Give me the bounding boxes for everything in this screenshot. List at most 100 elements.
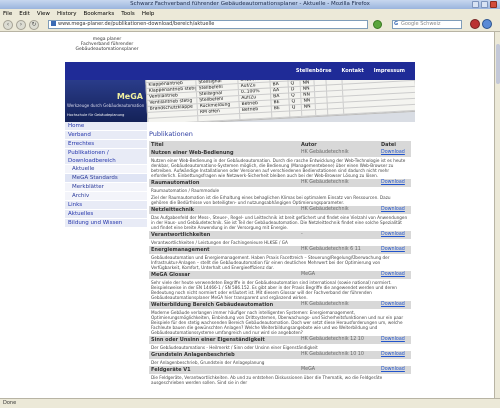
- menu-edit[interactable]: Edit: [19, 11, 30, 17]
- table-row: Feldgeräte V1 MeGA Download: [149, 366, 411, 374]
- menu-file[interactable]: File: [3, 11, 12, 17]
- go-button[interactable]: [373, 20, 382, 29]
- menu-tools[interactable]: Tools: [121, 11, 135, 17]
- datasheet-cell: [327, 90, 344, 97]
- datasheet-cell: [315, 97, 328, 104]
- datasheet-cell: BE: [271, 105, 291, 112]
- table-header-row: Titel Autor Datei: [149, 141, 411, 149]
- publication-description: Sehr viele der heute verwendeten Begriff…: [151, 280, 397, 300]
- datasheet-cell: Q: [289, 98, 302, 105]
- forward-button[interactable]: ›: [16, 19, 26, 30]
- scrollbar-thumb[interactable]: [496, 44, 500, 84]
- datasheet-cell: AA: [270, 87, 290, 94]
- publication-author: HK Gebäudetechnik: [299, 149, 379, 157]
- url-bar[interactable]: www.mega-planer.de/publikationen-downloa…: [48, 20, 368, 29]
- nav-kontakt[interactable]: Kontakt: [342, 68, 364, 74]
- download-link[interactable]: Download: [379, 179, 411, 187]
- download-link[interactable]: Download: [379, 351, 411, 359]
- datasheet-cell: Q: [288, 80, 301, 87]
- publication-author: MeGA: [299, 271, 379, 279]
- sidebar-item-mega-standards[interactable]: MeGA Standards: [65, 174, 147, 183]
- publications-table: Titel Autor Datei Nutzen einer Web-Bedie…: [149, 141, 411, 386]
- table-row-description: Der Anlagenbeschrieb, Grundstein der Anl…: [149, 359, 411, 366]
- publication-author: HK Gebäudetechnik: [299, 206, 379, 214]
- sidebar-item-merkblaetter[interactable]: Merkblätter: [65, 183, 147, 192]
- publication-description: Verantwortlichkeiten / Leistungen der Fa…: [151, 240, 288, 245]
- status-bar: Done: [0, 398, 500, 408]
- publication-author: -: [299, 231, 379, 239]
- section-title: Publikationen: [149, 130, 193, 138]
- datasheet-cell: D: [288, 86, 302, 93]
- download-link[interactable]: Download: [379, 301, 411, 309]
- datasheet-cell: Q: [289, 104, 302, 111]
- minimize-button[interactable]: [472, 1, 479, 8]
- sidebar-item-aktuelle[interactable]: Aktuelle: [65, 165, 147, 174]
- datasheet-cell: [198, 114, 241, 122]
- sidebar-item-verband[interactable]: Verband: [65, 131, 147, 140]
- download-link[interactable]: Download: [379, 246, 411, 254]
- table-row: Sinn oder Unsinn einer Eigenständigkeit H…: [149, 336, 411, 344]
- close-window-button[interactable]: [490, 1, 497, 8]
- table-row-description: Der Gebäudeautomations - Heilmerkt / Sin…: [149, 344, 411, 351]
- download-link[interactable]: Download: [379, 366, 411, 374]
- menu-view[interactable]: View: [37, 11, 50, 17]
- maximize-button[interactable]: [481, 1, 488, 8]
- menu-history[interactable]: History: [57, 11, 77, 17]
- datasheet-cell: [326, 84, 343, 91]
- sidebar-item-archiv[interactable]: Archiv: [65, 192, 147, 201]
- nav-stellenboerse[interactable]: Stellenbörse: [296, 68, 332, 74]
- navigation-toolbar: ‹ › ↻ www.mega-planer.de/publikationen-d…: [0, 18, 500, 32]
- datasheet-cell: [327, 96, 344, 103]
- datasheet-cell: [314, 80, 327, 86]
- sidebar-item-bildung[interactable]: Bildung und Wissen: [65, 219, 147, 228]
- publication-description: Ziel der Raumautomation ist die Erhaltun…: [151, 195, 391, 205]
- back-button[interactable]: ‹: [3, 19, 13, 30]
- publication-author: HK Gebäudetechnik: [299, 301, 379, 309]
- table-row-description: Ziel der Raumautomation ist die Erhaltun…: [149, 194, 411, 206]
- sidebar-item-home[interactable]: Home: [65, 122, 147, 131]
- download-link[interactable]: Download: [379, 149, 411, 157]
- publication-description: Das Aufgabenfeld der Mess-, Steuer-, Reg…: [151, 215, 408, 230]
- google-icon: G: [394, 21, 399, 27]
- website: mega planer Fachverband führender Gebäud…: [65, 34, 415, 398]
- datasheet-cell: [328, 108, 345, 115]
- datasheet-cell: NN: [301, 104, 316, 110]
- nav-impressum[interactable]: Impressum: [374, 68, 405, 74]
- publication-author: HK Gebäudetechnik: [299, 179, 379, 187]
- reload-button[interactable]: ↻: [29, 19, 39, 30]
- download-link[interactable]: Download: [379, 206, 411, 214]
- datasheet-cell: BE: [271, 99, 290, 106]
- sidebar-item-links[interactable]: Links: [65, 201, 147, 210]
- sidebar-item-errechtes[interactable]: Errechtes: [65, 140, 147, 149]
- sidebar-item-aktuelles[interactable]: Aktuelles: [65, 210, 147, 219]
- site-favicon-icon: [51, 21, 56, 26]
- top-navigation: Stellenbörse Kontakt Impressum: [65, 62, 415, 80]
- table-row: Netzleittechnik HK Gebäudetechnik Download: [149, 206, 411, 214]
- search-input[interactable]: G Google Schweiz: [392, 20, 462, 29]
- publication-description: Raumautomation / Raummodule: [151, 188, 220, 193]
- table-row: Grundstein Anlagenbeschrieb HK Gebäudetec…: [149, 351, 411, 359]
- addon-icon[interactable]: [470, 19, 480, 29]
- datasheet-cell: [240, 112, 273, 120]
- header-datei: Datei: [379, 141, 411, 149]
- datasheet-cell: NN: [301, 92, 316, 98]
- datasheet-cell: [315, 91, 328, 98]
- brand-tagline: Werkzeuge durch Gebäudeautomation: [67, 103, 145, 108]
- logo-line-3: Gebäudeautomationsplaner: [75, 47, 139, 52]
- header-titel: Titel: [149, 141, 299, 149]
- menu-bookmarks[interactable]: Bookmarks: [84, 11, 115, 17]
- banner-datasheet-image: SteuerschlüsselStellsignal0..100%AADNNKl…: [145, 80, 415, 122]
- download-link[interactable]: Download: [379, 271, 411, 279]
- download-link[interactable]: Download: [379, 336, 411, 344]
- header-banner: MeGA Werkzeuge durch Gebäudeautomation H…: [65, 80, 415, 122]
- datasheet-cell: Q: [289, 92, 302, 99]
- download-link[interactable]: Download: [379, 231, 411, 239]
- vertical-scrollbar[interactable]: [494, 32, 500, 398]
- site-logo[interactable]: mega planer Fachverband führender Gebäud…: [65, 34, 149, 64]
- main-content: Publikationen Titel Autor Datei Nutzen e…: [149, 130, 415, 386]
- table-row-description: Sehr viele der heute verwendeten Begriff…: [149, 279, 411, 301]
- publication-description: Moderne Gebäude verlangen immer häufiger…: [151, 310, 404, 335]
- sidebar-item-publikationen[interactable]: Publikationen / Downloadbereich: [65, 149, 147, 165]
- menu-help[interactable]: Help: [142, 11, 155, 17]
- sync-icon[interactable]: [482, 19, 492, 29]
